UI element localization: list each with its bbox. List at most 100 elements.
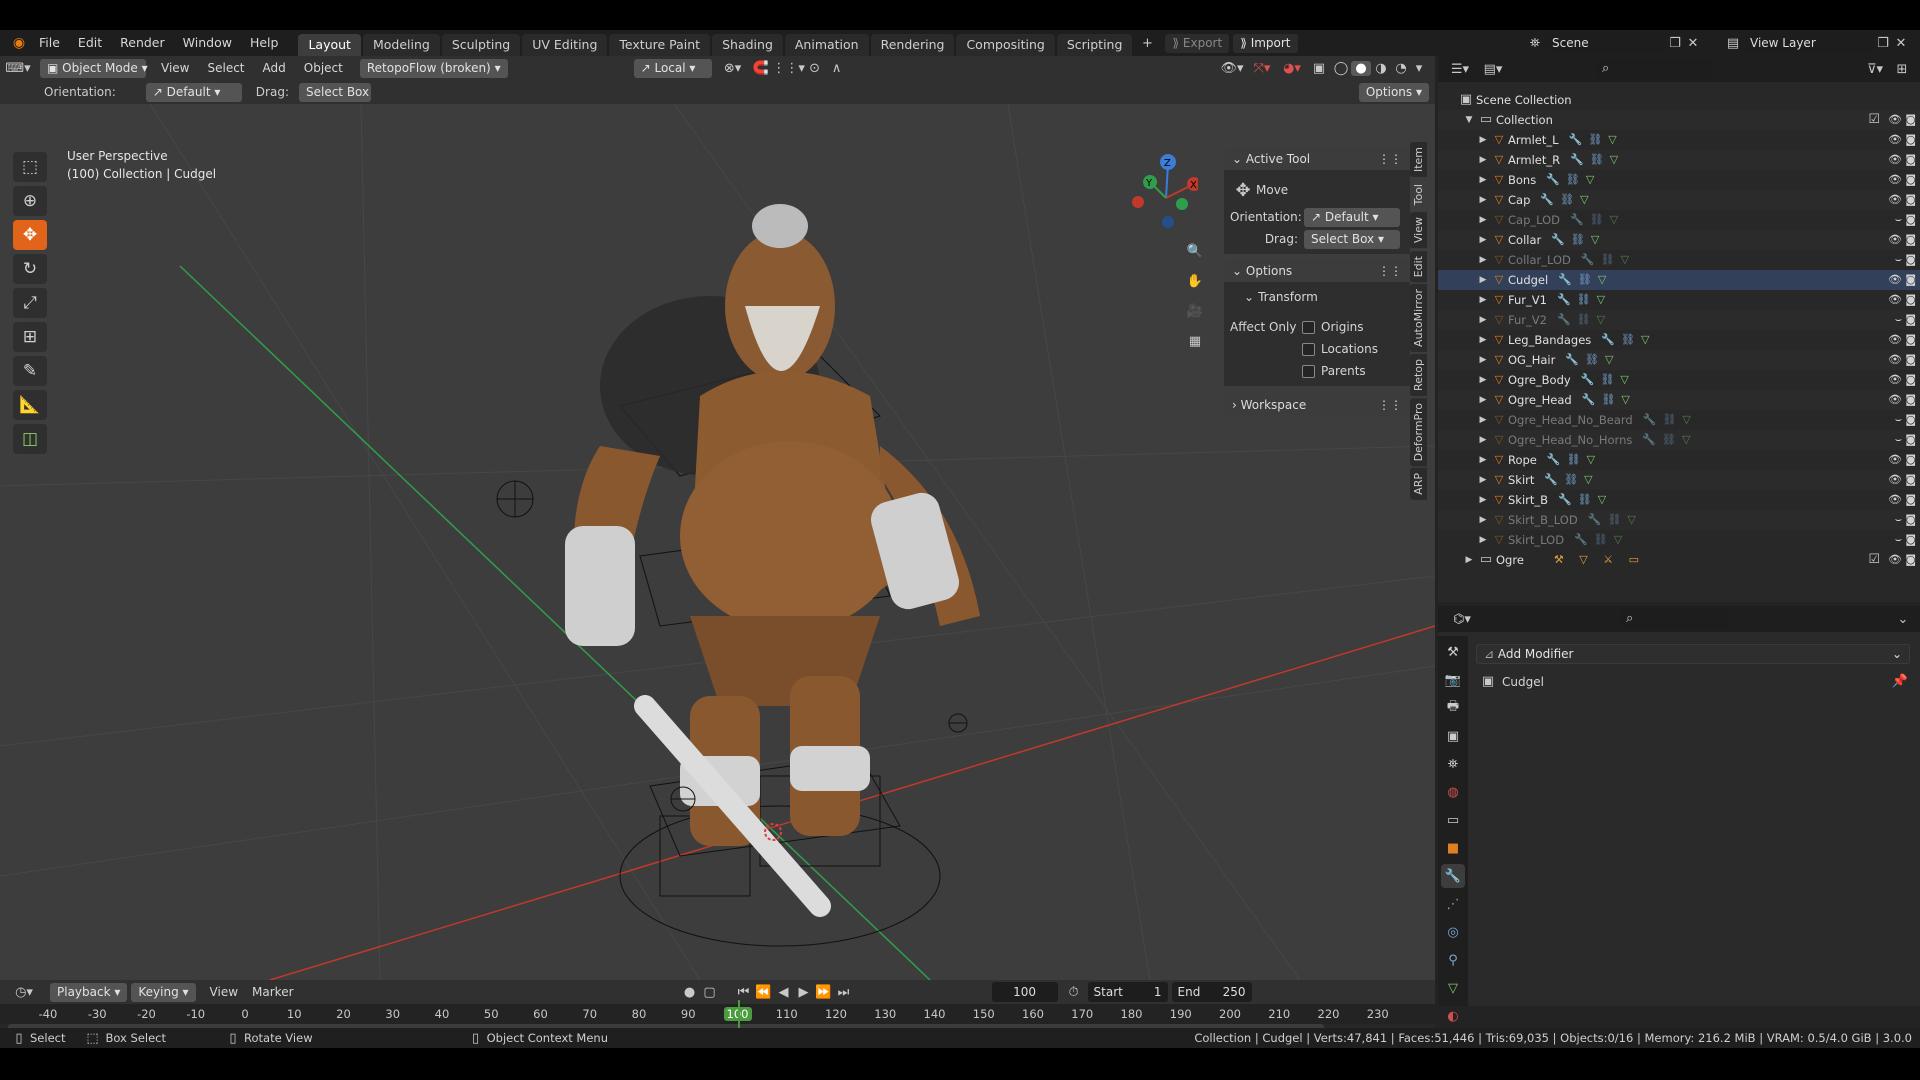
display-mode-icon[interactable]: ▤▾ [1478,62,1508,77]
modifier-tab-icon[interactable]: 🔧 [1441,864,1465,888]
render-camera-icon[interactable]: ◙ [1905,110,1916,130]
properties-editor-icon[interactable]: ⌬▾ [1444,612,1480,627]
outliner-item[interactable]: ▶ ▽ Skirt_B_LOD 🔧⛓▽ ⌣ ◙ [1438,510,1920,530]
expand-arrow-icon[interactable]: ▶ [1476,310,1490,330]
material-tab-icon[interactable]: ◐ [1441,1004,1465,1028]
filter-icon[interactable]: ⊽▾ [1860,62,1890,77]
outliner-item[interactable]: ▶ ▽ Armlet_R 🔧⛓▽ 👁 ◙ [1438,150,1920,170]
scale-tool-icon[interactable]: ⤢ [13,288,47,318]
expand-arrow-icon[interactable]: ▶ [1476,210,1490,230]
outliner-item[interactable]: ▶ ▽ Armlet_L 🔧⛓▽ 👁 ◙ [1438,130,1920,150]
expand-arrow-icon[interactable]: ▶ [1476,430,1490,450]
solid-shading-icon[interactable]: ● [1351,60,1371,76]
pan-hand-icon[interactable]: ✋ [1183,266,1207,296]
timeline-marker-menu[interactable]: Marker [252,985,293,999]
playhead[interactable] [737,1000,740,1030]
scene-selector[interactable]: ⛯ Scene ❐ ✕ [1524,33,1702,53]
transform-subpanel-header[interactable]: ⌄ Transform [1230,286,1404,308]
data-tab-icon[interactable]: ▽ [1441,976,1465,1000]
outliner-item[interactable]: ▶ ▽ Leg_Bandages 🔧⛓▽ 👁 ◙ [1438,330,1920,350]
visibility-icon[interactable]: 👁▾ [1217,61,1247,76]
keyframe-toggle-icon[interactable]: ▢ [700,985,720,1000]
outliner-item[interactable]: ▶ ▽ Skirt_B 🔧⛓▽ 👁 ◙ [1438,490,1920,510]
eye-icon[interactable]: ⌣ [1895,430,1902,450]
outliner-item[interactable]: ▶ ▽ Cap_LOD 🔧⛓▽ ⌣ ◙ [1438,210,1920,230]
ogre-model[interactable] [565,204,980,917]
outliner-editor-icon[interactable]: ☰▾ [1442,62,1478,77]
camera-view-icon[interactable]: 🎥 [1183,296,1207,326]
outliner-item[interactable]: ▶ ▽ Cudgel 🔧⛓▽ 👁 ◙ [1438,270,1920,290]
tab-rendering[interactable]: Rendering [870,34,955,56]
eye-icon[interactable]: 👁 [1888,330,1902,350]
properties-options-icon[interactable]: ⌄ [1892,612,1914,627]
expand-arrow-icon[interactable]: ▶ [1476,270,1490,290]
xray-icon[interactable]: ▣ [1307,61,1331,76]
add-workspace-icon[interactable]: + [1137,36,1157,51]
render-camera-icon[interactable]: ◙ [1905,130,1916,150]
viewport-menu-select[interactable]: Select [198,56,253,81]
eye-icon[interactable]: 👁 [1888,370,1902,390]
clock-icon[interactable]: ⏱ [1064,985,1084,1000]
timeline-editor-icon[interactable]: ◷▾ [6,985,42,1000]
tool-tab-icon[interactable]: ⚒ [1441,640,1465,664]
sidebar-tab-arp[interactable]: ARP [1410,468,1427,500]
tab-layout[interactable]: Layout [298,34,361,56]
expand-arrow-icon[interactable]: ▶ [1476,150,1490,170]
locations-checkbox[interactable] [1302,342,1315,356]
eye-icon[interactable]: 👁 [1888,150,1902,170]
ortho-grid-icon[interactable]: ▦ [1183,326,1207,356]
viewport-menu-object[interactable]: Object [295,56,352,81]
tab-scripting[interactable]: Scripting [1056,34,1133,56]
menu-file[interactable]: File [30,30,69,56]
shading-options-icon[interactable]: ▾ [1411,61,1427,76]
editor-type-icon[interactable]: ⌨▾ [0,61,36,76]
active-tool-panel-header[interactable]: ⌄ Active Tool ⋮⋮ [1224,148,1410,170]
np-drag-dropdown[interactable]: Select Box ▾ [1304,229,1400,249]
outliner-item[interactable]: ▶ ▽ Ogre_Body 🔧⛓▽ 👁 ◙ [1438,370,1920,390]
new-view-layer-icon[interactable]: ❐ [1874,36,1892,51]
menu-edit[interactable]: Edit [69,30,111,56]
wireframe-shading-icon[interactable]: ◯ [1331,61,1351,76]
physics-tab-icon[interactable]: ◎ [1441,920,1465,944]
end-frame-field[interactable]: End 250 [1171,982,1252,1002]
outliner-item[interactable]: ▶ ▽ Cap 🔧⛓▽ 👁 ◙ [1438,190,1920,210]
new-collection-icon[interactable]: ⊞ [1890,62,1914,77]
render-camera-icon[interactable]: ◙ [1905,390,1916,410]
world-tab-icon[interactable]: ◍ [1441,780,1465,804]
expand-arrow-icon[interactable]: ▶ [1462,550,1476,570]
options-panel-header[interactable]: ⌄ Options ⋮⋮ [1224,260,1410,282]
expand-arrow-icon[interactable]: ▶ [1476,350,1490,370]
play-icon[interactable]: ▶ [794,985,814,1000]
select-box-tool-icon[interactable]: ⬚ [13,152,47,182]
collection-row[interactable]: ▼ ▭ Collection ☑ 👁 ◙ [1438,110,1920,130]
expand-arrow-icon[interactable]: ▶ [1476,290,1490,310]
particles-tab-icon[interactable]: ⋰ [1441,892,1465,916]
rotate-tool-icon[interactable]: ↻ [13,254,47,284]
view-layer-field[interactable]: View Layer [1744,33,1874,53]
move-tool-icon[interactable]: ✥ [13,220,47,250]
sidebar-tab-automirror[interactable]: AutoMirror [1410,283,1427,352]
viewport-menu-view[interactable]: View [152,56,198,81]
sidebar-tab-view[interactable]: View [1410,212,1427,249]
record-icon[interactable]: ● [680,985,700,1000]
proportional-edit-icon[interactable]: ⊙ [804,61,826,76]
render-camera-icon[interactable]: ◙ [1905,310,1916,330]
falloff-icon[interactable]: ∧ [826,61,848,76]
mode-dropdown[interactable]: ▣ Object Mode ▾ [40,58,148,78]
snap-target-icon[interactable]: ⋮⋮▾ [772,61,805,76]
frame-ruler[interactable]: -40-30-20-100102030405060708090100110120… [0,1004,1435,1024]
timeline-view-menu[interactable]: View [210,985,238,999]
expand-arrow-icon[interactable]: ▼ [1462,110,1476,130]
outliner-item[interactable]: ▶ ▽ Rope 🔧⛓▽ 👁 ◙ [1438,450,1920,470]
expand-arrow-icon[interactable]: ▶ [1476,410,1490,430]
outliner-item[interactable]: ▶ ▽ Collar 🔧⛓▽ 👁 ◙ [1438,230,1920,250]
eye-icon[interactable]: 👁 [1888,290,1902,310]
current-frame-field[interactable]: 100 [991,982,1058,1002]
eye-icon[interactable]: 👁 [1888,230,1902,250]
eye-icon[interactable]: 👁 [1888,110,1902,130]
collection-tab-icon[interactable]: ▭ [1441,808,1465,832]
eye-icon[interactable]: 👁 [1888,550,1902,570]
navigation-gizmo[interactable]: Z X Y [1128,150,1198,230]
orientation-dropdown[interactable]: ↗ Default ▾ [145,82,242,102]
transform-orientation-dropdown[interactable]: ↗ Local ▾ [633,58,712,78]
